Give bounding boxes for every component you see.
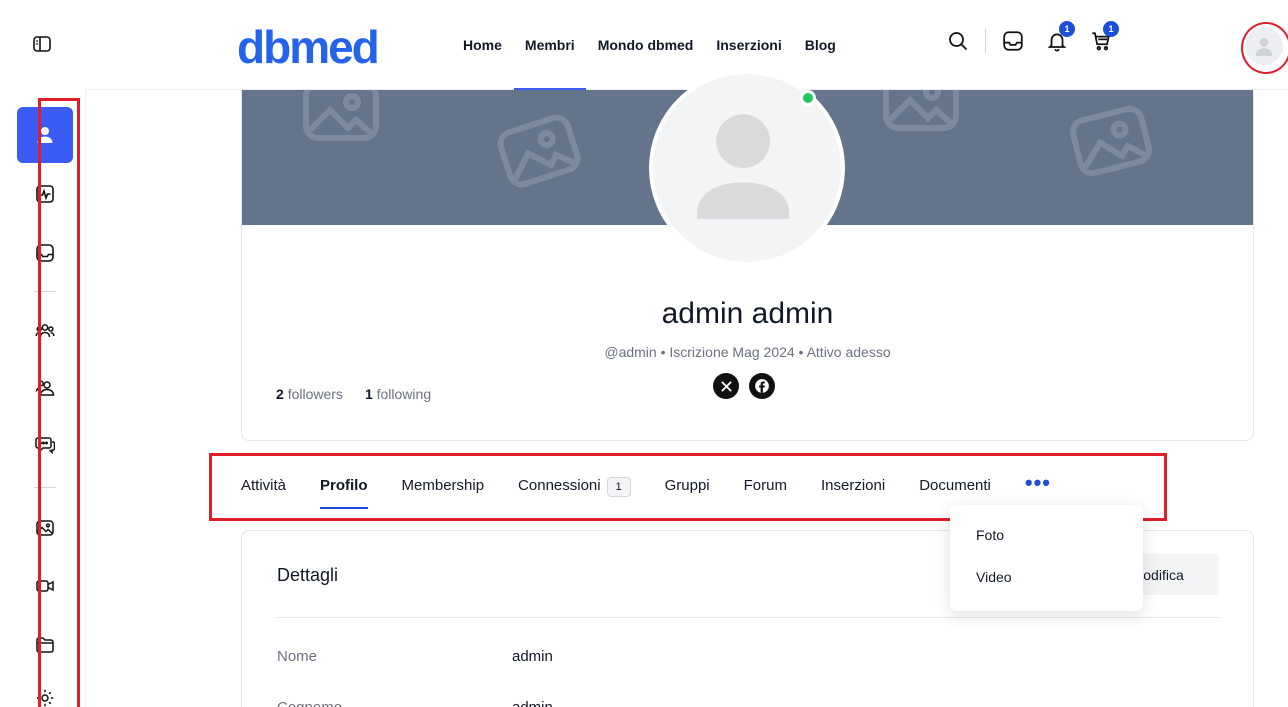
sidebar-highlight-annotation <box>38 98 80 707</box>
image-placeholder-icon <box>1070 105 1152 177</box>
nav-membri[interactable]: Membri <box>513 0 586 90</box>
online-status-dot <box>800 90 816 106</box>
dropdown-item-foto[interactable]: Foto <box>976 527 1004 543</box>
profile-name: admin admin <box>661 297 834 330</box>
x-link[interactable] <box>713 373 739 399</box>
profile-meta: @admin • Iscrizione Mag 2024 • Attivo ad… <box>604 344 891 360</box>
field-value-cognome: admin <box>512 699 553 707</box>
inbox-button[interactable] <box>1000 28 1026 54</box>
nav-mondo-dbmed[interactable]: Mondo dbmed <box>598 0 694 90</box>
header-divider <box>985 29 986 53</box>
cart-badge: 1 <box>1103 21 1119 37</box>
nav-home[interactable]: Home <box>463 0 502 90</box>
header-actions: 1 1 <box>945 21 1119 54</box>
field-label-cognome: Cognome <box>277 699 342 707</box>
image-placeholder-icon <box>497 114 581 188</box>
dropdown-item-video[interactable]: Video <box>976 569 1012 585</box>
details-title: Dettagli <box>277 565 339 585</box>
search-icon <box>949 32 968 51</box>
facebook-icon <box>755 379 769 393</box>
more-tabs-dropdown: Foto Video <box>950 505 1143 611</box>
page: dbmed Home Membri Mondo dbmed Inserzioni… <box>0 0 1288 707</box>
image-placeholder-icon <box>303 90 379 141</box>
inbox-icon <box>1003 31 1023 51</box>
search-button[interactable] <box>945 28 971 54</box>
notifications-badge: 1 <box>1059 21 1075 37</box>
site-logo[interactable]: dbmed <box>237 24 380 70</box>
image-placeholder-icon <box>883 90 959 131</box>
follow-stats: 2 followers 1 following <box>276 386 431 402</box>
x-icon <box>720 380 732 392</box>
cart-button[interactable]: 1 <box>1088 21 1119 54</box>
facebook-link[interactable] <box>749 373 775 399</box>
notifications-button[interactable]: 1 <box>1044 21 1075 54</box>
avatar-highlight-annotation <box>1241 22 1288 74</box>
social-links <box>713 373 775 399</box>
sidebar-toggle-icon[interactable] <box>32 34 52 54</box>
field-label-nome: Nome <box>277 648 318 665</box>
field-value-nome: admin <box>512 648 553 665</box>
following-link[interactable]: 1 following <box>365 386 431 402</box>
details-divider <box>277 617 1219 618</box>
nav-blog[interactable]: Blog <box>805 0 836 90</box>
followers-link[interactable]: 2 followers <box>276 386 343 402</box>
